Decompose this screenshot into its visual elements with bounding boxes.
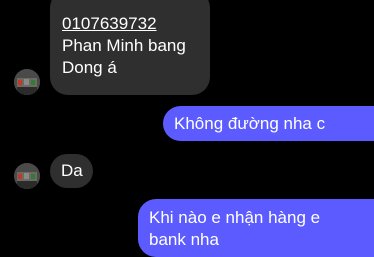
outgoing-message-bubble[interactable]: Khi nào e nhận hàng e bank nha (138, 199, 374, 257)
message-text-line: bank nha (149, 230, 219, 249)
contact-avatar-icon[interactable] (14, 163, 40, 189)
message-text: Da (61, 161, 83, 180)
message-text: Không đường nha c (174, 114, 326, 133)
message-text-line: Dong á (62, 58, 117, 77)
contact-avatar-icon[interactable] (14, 69, 40, 95)
message-text-line: Phan Minh bang (62, 36, 186, 55)
phone-number-link[interactable]: 0107639732 (62, 13, 198, 35)
message-text-line: Khi nào e nhận hàng e (149, 208, 321, 227)
incoming-message-bubble[interactable]: 0107639732 Phan Minh bang Dong á (50, 0, 210, 95)
incoming-message-bubble[interactable]: Da (50, 154, 93, 188)
outgoing-message-bubble[interactable]: Không đường nha c (163, 106, 374, 141)
